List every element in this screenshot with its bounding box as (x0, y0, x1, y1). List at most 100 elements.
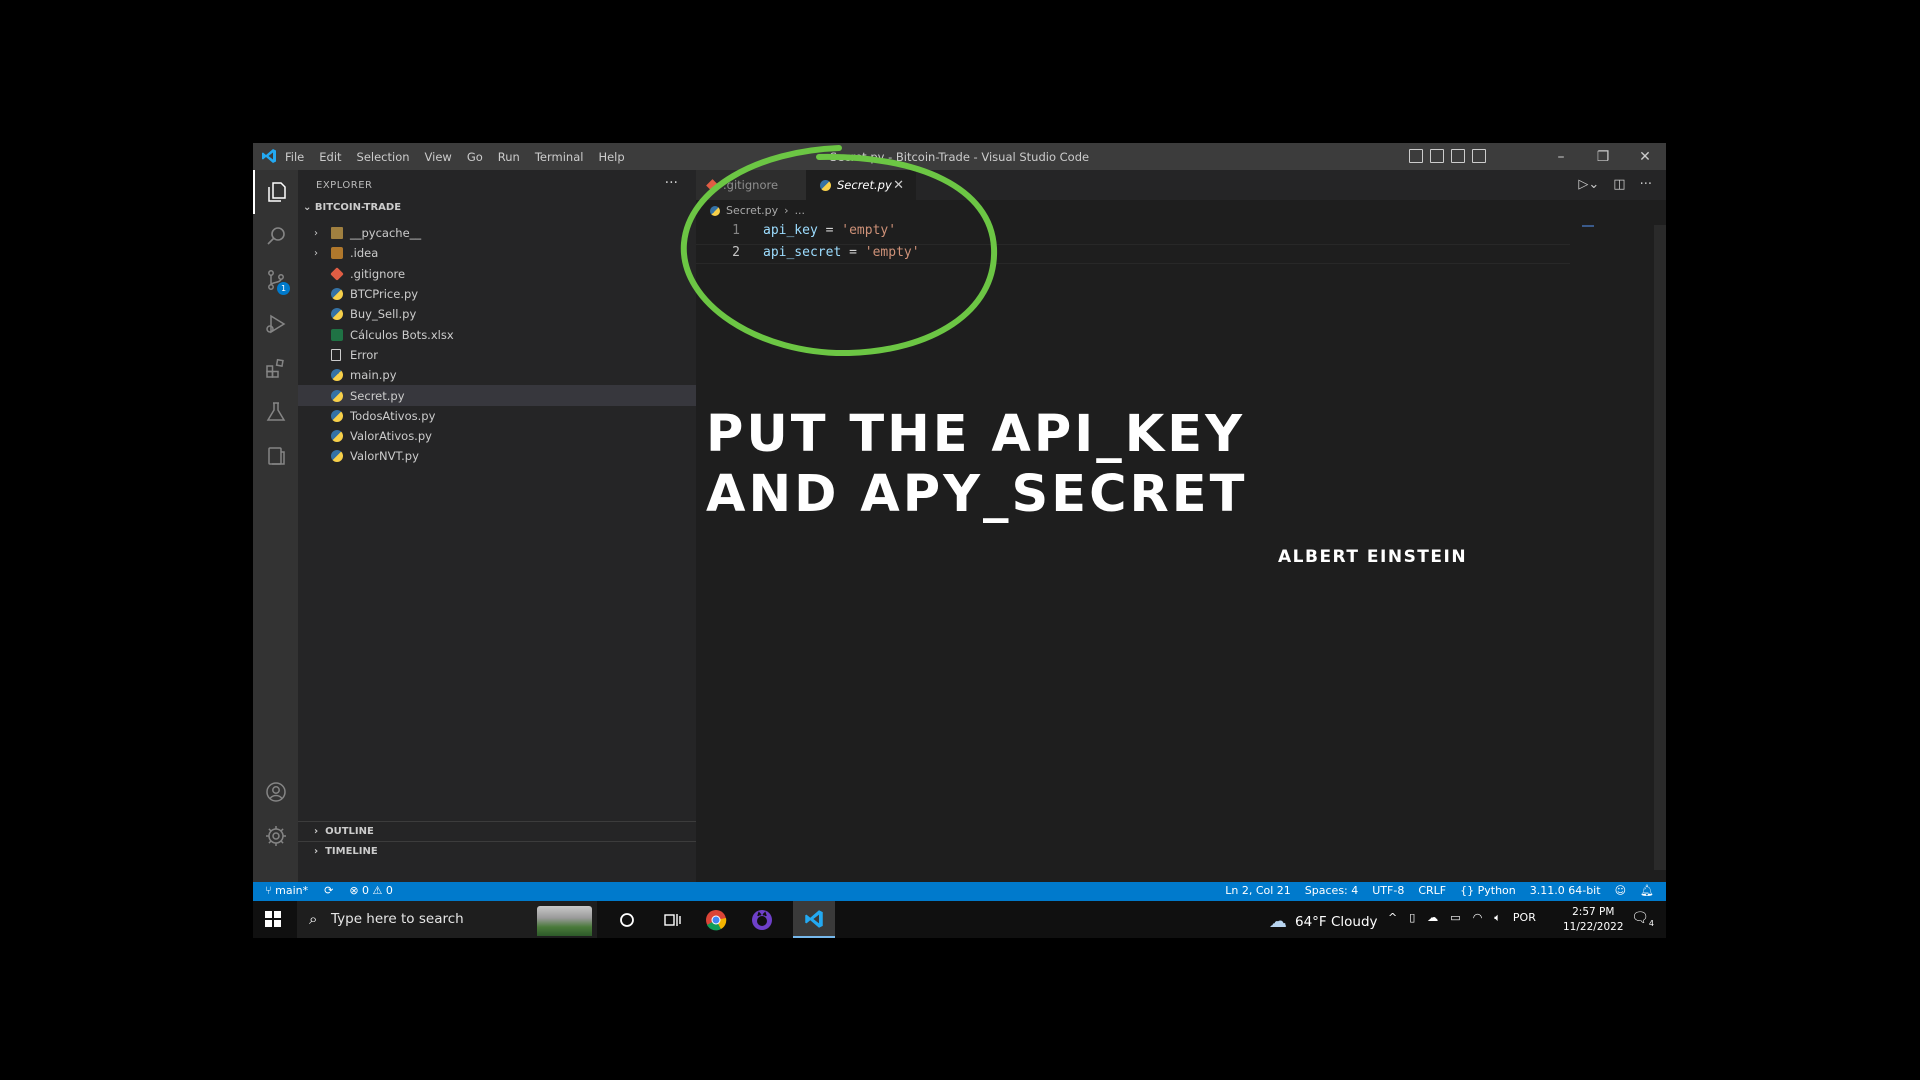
file-tree-item[interactable]: › __pycache__ (298, 223, 696, 243)
search-icon[interactable] (253, 214, 298, 258)
sync-icon[interactable]: ⟳ (324, 884, 333, 897)
chevron-right-icon: › (314, 846, 326, 857)
taskbar-clock[interactable]: 2:57 PM 11/22/2022 (1563, 905, 1624, 935)
indentation[interactable]: Spaces: 4 (1305, 884, 1358, 897)
weather-text: 64°F Cloudy (1295, 913, 1378, 930)
branch-indicator[interactable]: ⑂ main* (265, 884, 308, 897)
python-interpreter[interactable]: 3.11.0 64-bit (1530, 884, 1601, 897)
cloudy-weather-icon: ☁ (1269, 911, 1287, 932)
file-encoding[interactable]: UTF-8 (1372, 884, 1404, 897)
file-tree-item[interactable]: Error (298, 345, 696, 365)
menu-view[interactable]: View (425, 150, 452, 164)
settings-gear-icon[interactable] (253, 814, 298, 858)
file-tree-item[interactable]: ValorNVT.py (298, 446, 696, 466)
restore-button[interactable]: ❐ (1582, 143, 1624, 170)
file-tree-item[interactable]: › .idea (298, 243, 696, 263)
headline-line-2: AND APY_SECRET (706, 465, 1248, 524)
task-view-icon[interactable] (659, 907, 685, 933)
device-icon[interactable]: ▯ (1409, 911, 1415, 925)
menu-edit[interactable]: Edit (319, 150, 341, 164)
clock-time: 2:57 PM (1572, 906, 1615, 918)
outline-label: OUTLINE (325, 826, 374, 837)
toggle-sidebar-icon[interactable] (1409, 149, 1423, 163)
taskbar-search[interactable]: ⌕ Type here to search (297, 901, 597, 938)
volume-icon[interactable]: 🔈︎ (1494, 911, 1501, 925)
toggle-secondary-sidebar-icon[interactable] (1451, 149, 1465, 163)
project-folder-header[interactable]: ⌄ BITCOIN-TRADE (303, 202, 401, 213)
run-python-file-icon[interactable]: ▷⌄ (1578, 177, 1599, 192)
vertical-scrollbar[interactable] (1654, 225, 1666, 870)
timeline-label: TIMELINE (325, 846, 378, 857)
file-name: ValorNVT.py (350, 449, 419, 464)
menu-file[interactable]: File (285, 150, 304, 164)
excel-file-icon (331, 328, 343, 341)
source-control-icon[interactable]: 1 (253, 258, 298, 302)
customize-layout-icon[interactable] (1472, 149, 1486, 163)
file-tree-item[interactable]: Cálculos Bots.xlsx (298, 324, 696, 344)
language-label: Python (1477, 884, 1516, 897)
menu-selection[interactable]: Selection (357, 150, 410, 164)
menu-run[interactable]: Run (498, 150, 520, 164)
outline-section[interactable]: › OUTLINE (298, 821, 696, 841)
menu-go[interactable]: Go (467, 150, 483, 164)
menu-help[interactable]: Help (598, 150, 624, 164)
split-editor-icon[interactable]: ◫ (1613, 177, 1625, 192)
cursor-position[interactable]: Ln 2, Col 21 (1225, 884, 1291, 897)
notifications-bell-icon[interactable]: 🔔︎ (1640, 884, 1654, 897)
explorer-sidebar: EXPLORER ··· ⌄ BITCOIN-TRADE › __pycache_… (298, 170, 696, 882)
feedback-icon[interactable]: ☺ (1615, 884, 1626, 897)
file-tree-item[interactable]: Buy_Sell.py (298, 304, 696, 324)
minimap[interactable] (1582, 225, 1594, 227)
weather-widget[interactable]: ☁ 64°F Cloudy (1269, 911, 1378, 932)
timeline-section[interactable]: › TIMELINE (298, 841, 696, 861)
error-count: 0 (362, 884, 370, 897)
file-tree: › __pycache__ › .idea .gitignore BTCPrice.py B… (298, 223, 696, 467)
window-controls: – ❐ ✕ (1540, 143, 1666, 170)
git-file-icon (330, 266, 344, 281)
problems-indicator[interactable]: ⊗ 0 ⚠ 0 (349, 884, 393, 897)
close-window-button[interactable]: ✕ (1624, 143, 1666, 170)
onedrive-icon[interactable]: ☁ (1427, 911, 1438, 925)
explorer-icon[interactable] (253, 170, 298, 214)
toggle-panel-icon[interactable] (1430, 149, 1444, 163)
minimize-button[interactable]: – (1540, 143, 1582, 170)
taskbar-search-placeholder: Type here to search (331, 911, 464, 927)
menu-terminal[interactable]: Terminal (535, 150, 584, 164)
headline-line-1: PUT THE API_KEY (706, 405, 1246, 464)
language-mode[interactable]: {} Python (1460, 884, 1516, 897)
chrome-icon[interactable] (703, 907, 729, 933)
braces-icon: {} (1460, 884, 1478, 897)
testing-icon[interactable] (253, 390, 298, 434)
editor-more-actions-icon[interactable]: ··· (1640, 177, 1652, 192)
end-of-line[interactable]: CRLF (1418, 884, 1446, 897)
file-tree-item[interactable]: ValorAtivos.py (298, 426, 696, 446)
show-hidden-icons-chevron-icon[interactable]: ^ (1388, 911, 1397, 925)
file-name: .idea (350, 246, 379, 261)
editor-actions: ▷⌄ ◫ ··· (1578, 177, 1652, 192)
file-tree-item[interactable]: BTCPrice.py (298, 284, 696, 304)
file-tree-item[interactable]: .gitignore (298, 264, 696, 284)
wifi-icon[interactable]: ◠ (1473, 911, 1483, 925)
chevron-right-icon: › (314, 826, 326, 837)
status-bar: ⑂ main* ⟳ ⊗ 0 ⚠ 0 Ln 2, Col 21 Spaces: 4… (253, 882, 1666, 901)
vscode-taskbar-icon[interactable] (793, 901, 835, 938)
file-tree-item[interactable]: TodosAtivos.py (298, 406, 696, 426)
layout-controls (1409, 149, 1486, 163)
file-name: Secret.py (350, 388, 405, 403)
account-icon[interactable] (253, 770, 298, 814)
python-file-icon (331, 369, 343, 382)
file-tree-item[interactable]: Secret.py (298, 385, 696, 406)
menu-bar: File Edit Selection View Go Run Terminal… (285, 143, 625, 170)
run-debug-icon[interactable] (253, 302, 298, 346)
github-desktop-icon[interactable] (749, 907, 775, 933)
extensions-icon[interactable] (253, 346, 298, 390)
windows-start-icon[interactable] (265, 911, 281, 927)
input-language[interactable]: POR (1513, 911, 1536, 925)
remote-explorer-icon[interactable] (253, 434, 298, 478)
file-tree-item[interactable]: main.py (298, 365, 696, 385)
overlay-author: ALBERT EINSTEIN (1278, 547, 1468, 567)
action-center-icon[interactable]: 🗨︎4 (1631, 910, 1654, 928)
clock-date: 11/22/2022 (1563, 921, 1624, 933)
cortana-icon[interactable] (614, 907, 640, 933)
battery-icon[interactable]: ▭ (1450, 911, 1460, 925)
